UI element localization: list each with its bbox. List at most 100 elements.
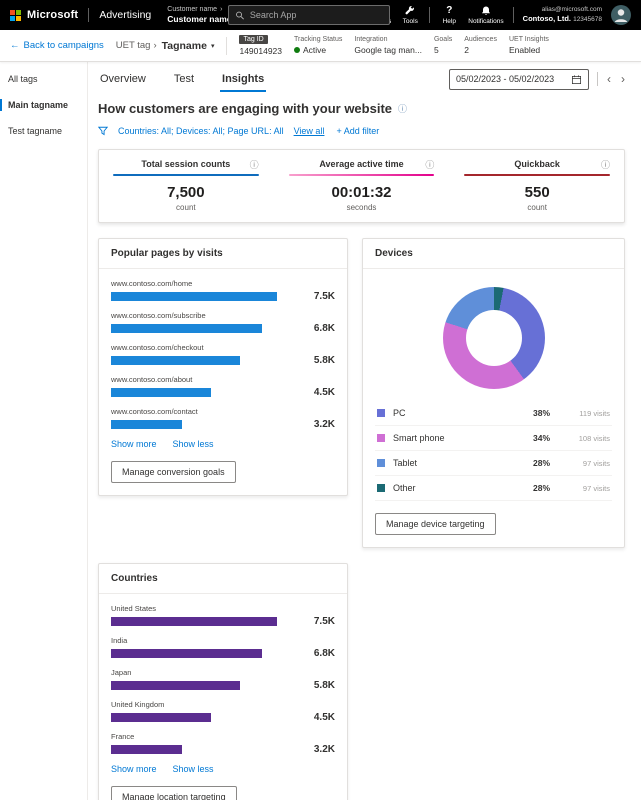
chevron-right-icon: › [153,40,156,51]
date-range-controls: 05/02/2023 - 05/02/2023 ‹ › [449,69,625,90]
manage-device-targeting-button[interactable]: Manage device targeting [375,513,496,535]
search-box[interactable] [228,5,390,25]
bell-icon [480,5,492,17]
help-icon: ? [446,5,452,17]
devices-card: Devices PC 38% 119 visits Smart phone [362,238,625,548]
bar-row: Japan 5.8K [111,668,335,691]
top-app-bar: Microsoft Advertising Customer name › Cu… [0,0,641,30]
tab-test[interactable]: Test [172,66,196,92]
info-icon[interactable]: ⓘ [250,158,259,171]
metrics-summary-card: Total session counts ⓘ 7,500 count Avera… [98,149,625,223]
tag-summary-bar: ← Back to campaigns UET tag › Tagname ▾ … [0,30,641,62]
sidebar-item-all-tags[interactable]: All tags [0,66,87,92]
tab-overview[interactable]: Overview [98,66,148,92]
add-filter-link[interactable]: + Add filter [336,126,379,136]
date-range-value: 05/02/2023 - 05/02/2023 [456,74,554,84]
integration-value: Google tag man... [354,45,422,55]
uet-insights-value: Enabled [509,45,549,55]
status-dot [294,47,300,53]
divider [226,37,227,55]
bar [111,420,182,429]
bar [111,617,277,626]
legend-row: Smart phone 34% 108 visits [375,426,612,451]
tabs-row: Overview Test Insights 05/02/2023 - 05/0… [98,66,625,92]
bar-row: www.contoso.com/checkout 5.8K [111,343,335,366]
bar [111,388,211,397]
prev-date-button[interactable]: ‹ [607,72,611,86]
integration-field: Integration Google tag man... [354,36,422,55]
show-less-link[interactable]: Show less [173,439,214,449]
metric-total-sessions: Total session counts ⓘ 7,500 count [113,159,259,212]
card-title: Popular pages by visits [99,239,347,269]
bar-row: India 6.8K [111,636,335,659]
insights-page: Overview Test Insights 05/02/2023 - 05/0… [88,62,641,800]
notifications-button[interactable]: Notifications [468,5,503,25]
divider [88,8,89,22]
goals-value: 5 [434,45,452,55]
tools-button[interactable]: Tools [400,5,420,25]
next-date-button[interactable]: › [621,72,625,86]
tracking-status-field: Tracking Status Active [294,36,342,55]
filter-funnel-icon [98,126,108,136]
microsoft-logo-icon[interactable] [10,10,21,21]
divider [513,7,514,23]
legend-row: PC 38% 119 visits [375,401,612,426]
bar-row: www.contoso.com/contact 3.2K [111,407,335,430]
account-org-id: 12345678 [573,16,602,23]
bar [111,745,182,754]
back-to-campaigns-link[interactable]: ← Back to campaigns [10,40,104,51]
bar-row: United States 7.5K [111,604,335,627]
bar-row: www.contoso.com/about 4.5K [111,375,335,398]
tag-id-label: Tag ID [239,35,267,44]
show-more-link[interactable]: Show more [111,764,157,774]
devices-donut-chart [443,287,545,389]
tracking-status-value: Active [303,45,326,55]
countries-card: Countries United States 7.5K India 6.8K … [98,563,348,800]
sidebar-item-main-tagname[interactable]: Main tagname [0,92,87,118]
account-info[interactable]: alias@microsoft.com Contoso, Ltd. 123456… [523,6,602,25]
tags-sidebar: All tags Main tagname Test tagname [0,62,88,800]
tag-id-field: Tag ID 149014923 [239,35,282,56]
search-input[interactable] [250,10,383,20]
legend-swatch [377,409,385,417]
help-button[interactable]: ? Help [439,5,459,25]
filters-summary[interactable]: Countries: All; Devices: All; Page URL: … [118,126,284,136]
view-all-link[interactable]: View all [294,126,325,136]
bar-row: www.contoso.com/home 7.5K [111,279,335,302]
chevron-down-icon: ▾ [211,42,215,50]
date-range-picker[interactable]: 05/02/2023 - 05/02/2023 [449,69,589,90]
avatar[interactable] [611,5,631,25]
audiences-value: 2 [464,45,497,55]
bar [111,649,262,658]
tab-insights[interactable]: Insights [220,66,266,92]
info-icon[interactable]: ⓘ [398,102,407,115]
legend-swatch [377,459,385,467]
notifications-label: Notifications [468,18,503,25]
customer-name: Customer name [167,14,231,24]
divider [429,7,430,23]
info-icon[interactable]: ⓘ [601,158,610,171]
show-more-link[interactable]: Show more [111,439,157,449]
tools-icon [404,5,416,17]
manage-location-targeting-button[interactable]: Manage location targeting [111,786,237,800]
page-title: How customers are engaging with your web… [98,101,625,116]
brand-name: Microsoft [27,9,78,21]
manage-conversion-goals-button[interactable]: Manage conversion goals [111,461,236,483]
legend-swatch [377,484,385,492]
bar [111,681,240,690]
product-name: Advertising [99,9,151,21]
date-pager: ‹ › [597,72,625,86]
info-icon[interactable]: ⓘ [425,158,434,171]
metric-unit: count [464,203,610,212]
tag-name-dropdown[interactable]: Tagname ▾ [162,40,215,52]
tools-label: Tools [403,18,418,25]
card-title: Countries [99,564,347,594]
sidebar-item-test-tagname[interactable]: Test tagname [0,118,87,144]
bar [111,324,262,333]
breadcrumb-uet-label: UET tag [116,40,151,51]
metric-accent-line [289,174,435,176]
chevron-right-icon: › [220,6,222,14]
audiences-field: Audiences 2 [464,36,497,55]
show-less-link[interactable]: Show less [173,764,214,774]
bar-row: www.contoso.com/subscribe 6.8K [111,311,335,334]
